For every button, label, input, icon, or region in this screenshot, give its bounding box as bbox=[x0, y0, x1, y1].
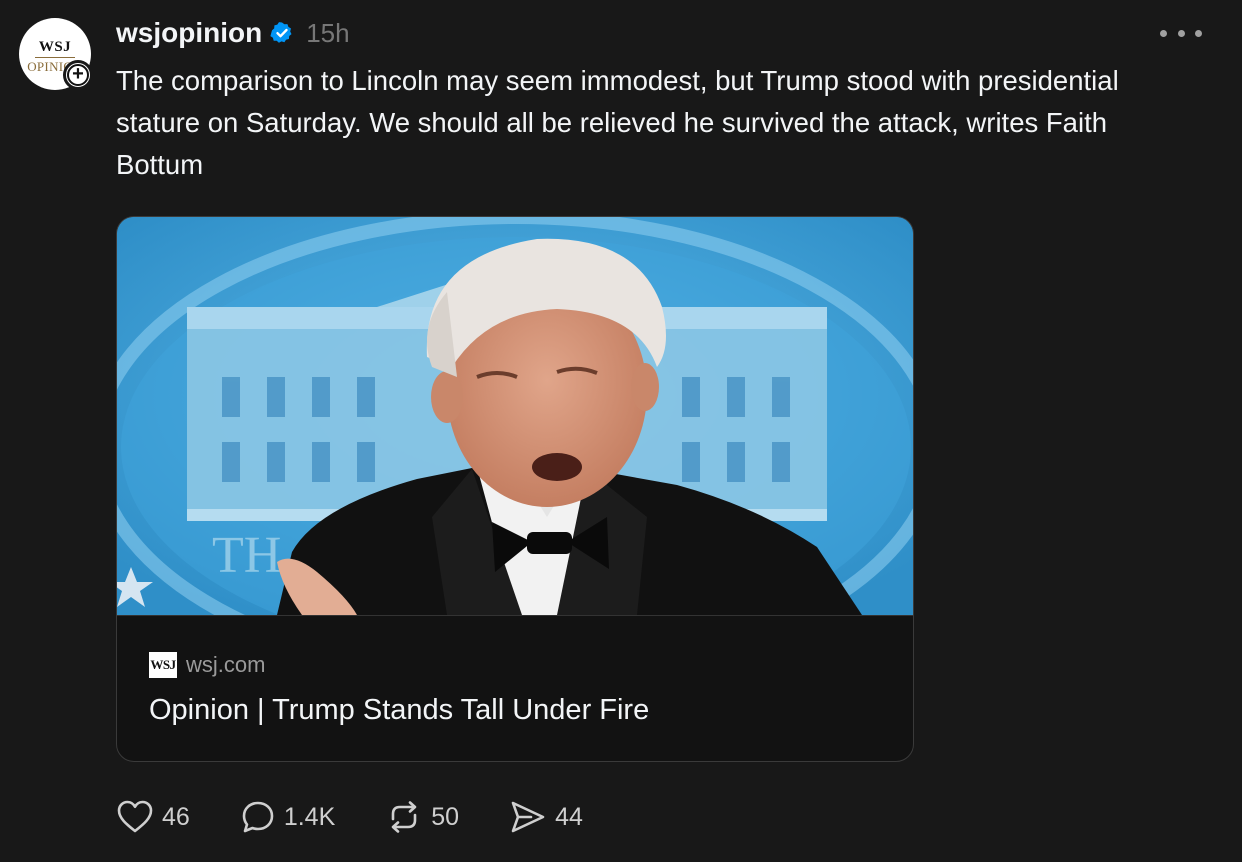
share-button[interactable]: 44 bbox=[509, 799, 583, 835]
post-time: 15h bbox=[306, 17, 350, 48]
repost-icon bbox=[391, 801, 417, 833]
reply-count: 1.4K bbox=[283, 802, 336, 831]
comment-icon bbox=[242, 801, 274, 833]
share-count: 44 bbox=[555, 802, 583, 831]
repost-count: 50 bbox=[431, 802, 460, 831]
wsj-logo-icon: WSJ bbox=[149, 652, 177, 678]
more-dot bbox=[1160, 29, 1167, 37]
more-dot bbox=[1195, 29, 1202, 37]
more-options-icon[interactable] bbox=[1160, 22, 1202, 44]
plus-icon: + bbox=[67, 64, 89, 86]
more-dot bbox=[1177, 29, 1185, 37]
banner-text: TH bbox=[212, 527, 281, 584]
article-photo: TH bbox=[117, 217, 913, 615]
heart-icon bbox=[117, 800, 153, 833]
link-preview-footer[interactable]: WSJ wsj.com Opinion | Trump Stands Tall … bbox=[117, 615, 913, 761]
follow-button[interactable]: + bbox=[63, 60, 93, 90]
avatar-wrap[interactable]: WSJ OPINION + bbox=[19, 18, 95, 94]
link-domain: wsj.com bbox=[186, 652, 266, 677]
like-count: 46 bbox=[162, 802, 190, 831]
reply-button[interactable]: 1.4K bbox=[240, 799, 335, 835]
link-source: WSJ wsj.com bbox=[149, 652, 265, 678]
post-header: wsjopinion 15h bbox=[116, 14, 350, 52]
action-bar: 46 1.4K 50 44 bbox=[116, 796, 633, 838]
send-icon bbox=[511, 801, 545, 833]
like-button[interactable]: 46 bbox=[116, 799, 190, 835]
verified-badge-icon bbox=[270, 22, 292, 43]
avatar-logo-top: WSJ bbox=[38, 38, 72, 55]
link-preview-card[interactable]: TH WSJ wsj.com Opinion | Trump Stands Ta… bbox=[116, 216, 914, 762]
avatar-logo-rule bbox=[35, 56, 75, 58]
link-preview-image[interactable]: TH bbox=[117, 217, 913, 615]
username[interactable]: wsjopinion bbox=[116, 17, 262, 49]
repost-button[interactable]: 50 bbox=[385, 799, 459, 835]
link-headline[interactable]: Opinion | Trump Stands Tall Under Fire bbox=[149, 694, 649, 727]
post-text: The comparison to Lincoln may seem immod… bbox=[116, 65, 1119, 180]
